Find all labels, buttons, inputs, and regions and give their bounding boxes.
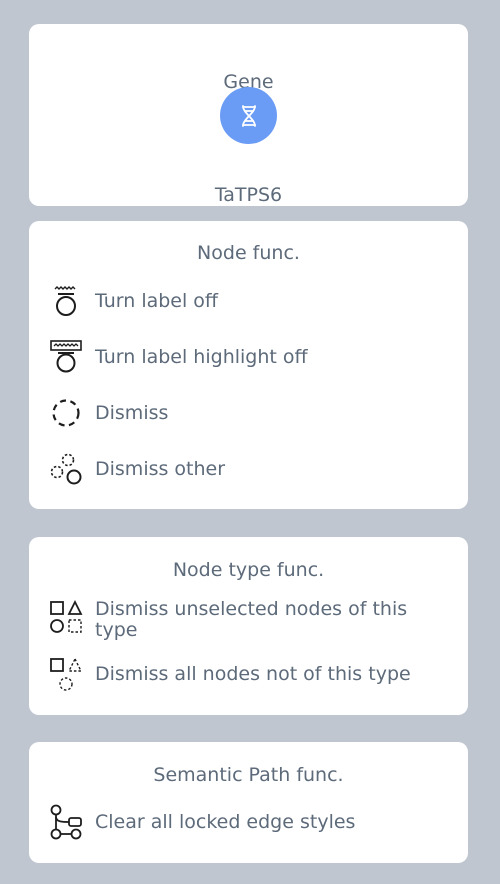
- dismiss-node-icon: [49, 395, 83, 431]
- dismiss-unselected-type-button[interactable]: Dismiss unselected nodes of this type: [49, 599, 448, 641]
- dismiss-not-type-button[interactable]: Dismiss all nodes not of this type: [49, 656, 448, 692]
- semantic-path-func-title: Semantic Path func.: [153, 764, 344, 786]
- dismiss-other-button[interactable]: Dismiss other: [49, 451, 448, 487]
- label-off-icon: [49, 283, 83, 319]
- clear-locked-edge-styles-button[interactable]: Clear all locked edge styles: [49, 804, 448, 840]
- node-func-title: Node func.: [197, 242, 300, 264]
- turn-label-off-label: Turn label off: [95, 289, 219, 312]
- dismiss-label: Dismiss: [95, 401, 169, 424]
- gene-name: TaTPS6: [214, 184, 283, 206]
- gene-card: Gene TaTPS6: [29, 24, 468, 206]
- turn-label-off-button[interactable]: Turn label off: [49, 283, 448, 319]
- dismiss-other-label: Dismiss other: [95, 457, 226, 480]
- node-type-func-card: Node type func. Dismiss unselected nodes…: [29, 537, 468, 715]
- clear-locked-edge-styles-label: Clear all locked edge styles: [95, 810, 356, 833]
- label-highlight-off-icon: [49, 339, 83, 375]
- node-func-card: Node func. Turn label off Turn label hig…: [29, 221, 468, 509]
- dna-icon: [220, 87, 277, 144]
- node-type-func-title: Node type func.: [172, 559, 325, 581]
- dismiss-button[interactable]: Dismiss: [49, 395, 448, 431]
- dismiss-not-type-label: Dismiss all nodes not of this type: [95, 662, 411, 685]
- semantic-path-func-card: Semantic Path func. Clear all locked edg…: [29, 742, 468, 863]
- clear-edge-styles-icon: [49, 804, 83, 840]
- dismiss-not-type-icon: [49, 656, 83, 692]
- dismiss-other-icon: [49, 451, 83, 487]
- turn-label-highlight-off-label: Turn label highlight off: [95, 345, 308, 368]
- dismiss-unselected-type-icon: [49, 599, 83, 635]
- turn-label-highlight-off-button[interactable]: Turn label highlight off: [49, 339, 448, 375]
- dismiss-unselected-type-label: Dismiss unselected nodes of this type: [95, 598, 408, 641]
